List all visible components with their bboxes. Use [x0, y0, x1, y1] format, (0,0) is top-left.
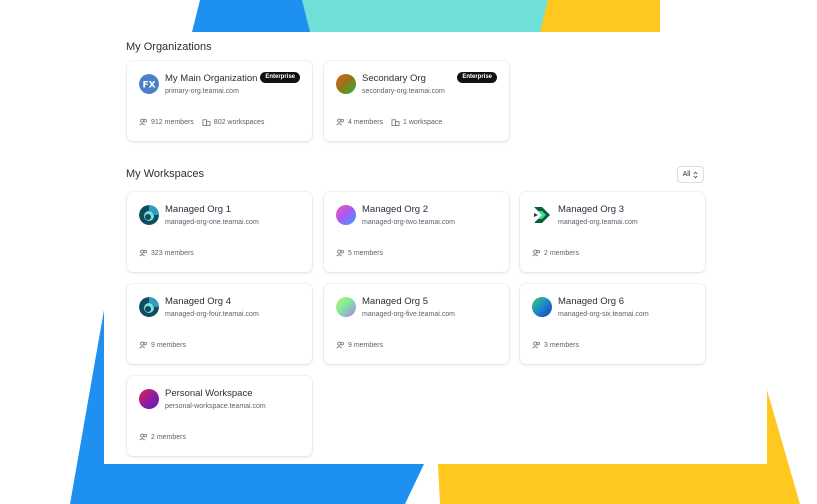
workspace-card-personal[interactable]: Personal Workspace personal-workspace.te…	[127, 376, 312, 456]
members-icon	[336, 249, 344, 257]
workspace-domain: managed-org-four.teamai.com	[165, 311, 259, 318]
members-icon	[532, 249, 540, 257]
workspace-domain: managed-org-two.teamai.com	[362, 219, 455, 226]
org-logo-gradient	[336, 74, 356, 94]
members-icon	[139, 341, 147, 349]
members-count: 323 members	[151, 249, 194, 257]
members-count: 9 members	[348, 341, 384, 349]
workspace-domain: personal-workspace.teamai.com	[165, 403, 266, 410]
workspace-domain: managed-org.teamai.com	[558, 219, 638, 226]
workspace-domain: managed-org-five.teamai.com	[362, 311, 455, 318]
members-count: 5 members	[348, 249, 384, 257]
workspace-name: Managed Org 2	[362, 204, 429, 215]
workspace-card-1[interactable]: Managed Org 1 managed-org-one.teamai.com…	[127, 192, 312, 272]
workspace-logo-arrow	[532, 205, 552, 225]
filter-value: All	[682, 171, 691, 178]
workspace-name: Personal Workspace	[165, 388, 253, 399]
workspace-name: Managed Org 5	[362, 296, 429, 307]
org-name: My Main Organization	[165, 73, 258, 84]
workspace-card-5[interactable]: Managed Org 5 managed-org-five.teamai.co…	[324, 284, 509, 364]
workspace-meta: 2 members	[139, 433, 186, 441]
workspaces-count: 802 workspaces	[213, 118, 265, 126]
workspace-logo-pink-blue	[336, 205, 356, 225]
workspace-logo-lime-violet	[336, 297, 356, 317]
workspace-meta: 2 members	[532, 249, 579, 257]
workspaces-title: My Workspaces	[126, 168, 205, 180]
workspace-name: Managed Org 4	[165, 296, 232, 307]
chevron-updown-icon	[693, 171, 698, 178]
org-name: Secondary Org	[362, 73, 426, 84]
workspace-logo-teal-ring	[139, 205, 159, 225]
enterprise-badge: Enterprise	[457, 72, 497, 83]
workspace-name: Managed Org 6	[558, 296, 625, 307]
members-count: 9 members	[151, 341, 187, 349]
org-card-main[interactable]: FX My Main Organization primary-org.team…	[127, 61, 312, 141]
workspace-meta: 9 members	[336, 341, 383, 349]
members-count: 912 members	[151, 118, 194, 126]
workspace-meta: 323 members	[139, 249, 194, 257]
members-icon	[139, 118, 147, 126]
org-domain: secondary-org.teamai.com	[362, 88, 445, 95]
members-icon	[532, 341, 540, 349]
workspace-logo-purple-red	[139, 389, 159, 409]
org-meta: 4 members 1 workspace	[336, 118, 442, 126]
workspace-name: Managed Org 3	[558, 204, 625, 215]
organizations-title: My Organizations	[126, 41, 212, 53]
org-meta: 912 members 802 workspaces	[139, 118, 264, 126]
workspace-card-6[interactable]: Managed Org 6 managed-org-six.teamai.com…	[520, 284, 705, 364]
workspace-logo-teal-ring	[139, 297, 159, 317]
workspaces-count: 1 workspace	[403, 118, 443, 126]
enterprise-badge: Enterprise	[260, 72, 300, 83]
members-icon	[139, 249, 147, 257]
workspace-filter-select[interactable]: All	[677, 166, 704, 183]
workspace-logo-green-blue	[532, 297, 552, 317]
building-icon	[391, 119, 400, 126]
workspace-domain: managed-org-six.teamai.com	[558, 311, 649, 318]
members-count: 2 members	[544, 249, 580, 257]
building-icon	[202, 119, 211, 126]
members-count: 4 members	[348, 118, 384, 126]
workspace-meta: 3 members	[532, 341, 579, 349]
workspace-card-2[interactable]: Managed Org 2 managed-org-two.teamai.com…	[324, 192, 509, 272]
workspace-name: Managed Org 1	[165, 204, 232, 215]
org-logo-fx: FX	[139, 74, 159, 94]
workspace-meta: 9 members	[139, 341, 186, 349]
workspace-domain: managed-org-one.teamai.com	[165, 219, 259, 226]
members-count: 2 members	[151, 433, 187, 441]
members-count: 3 members	[544, 341, 580, 349]
org-domain: primary-org.teamai.com	[165, 88, 239, 95]
org-card-secondary[interactable]: Secondary Org secondary-org.teamai.com E…	[324, 61, 509, 141]
workspace-meta: 5 members	[336, 249, 383, 257]
workspace-card-3[interactable]: Managed Org 3 managed-org.teamai.com 2 m…	[520, 192, 705, 272]
svg-text:FX: FX	[142, 81, 155, 91]
members-icon	[139, 433, 147, 441]
members-icon	[336, 118, 344, 126]
workspace-card-4[interactable]: Managed Org 4 managed-org-four.teamai.co…	[127, 284, 312, 364]
members-icon	[336, 341, 344, 349]
